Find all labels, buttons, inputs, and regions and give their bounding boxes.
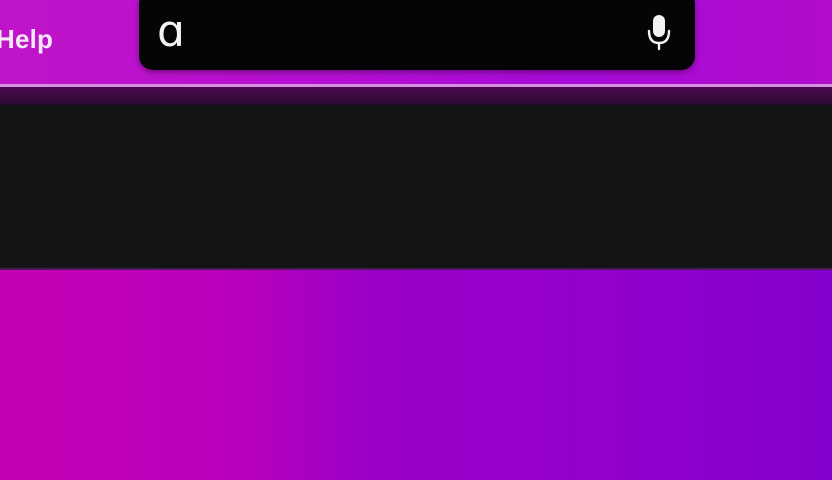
search-query-text[interactable]: ɑ [157,10,185,54]
microphone-icon[interactable] [647,14,671,52]
spotlight-search-bar[interactable]: ɑ [139,0,695,70]
results-panel-edge [0,268,832,270]
desktop-screen: Help ɑ [0,0,832,480]
menu-bar-shadow [0,87,832,105]
menu-help[interactable]: Help [0,24,53,55]
results-panel [0,105,832,268]
